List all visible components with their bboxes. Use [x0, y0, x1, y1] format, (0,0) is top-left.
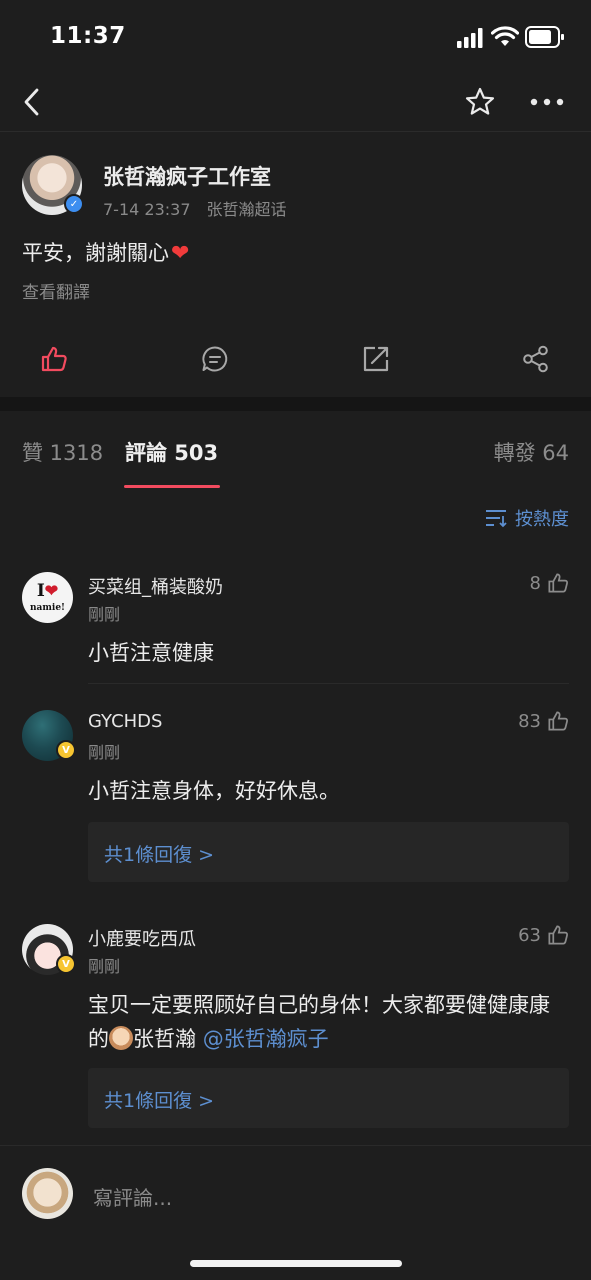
- cellular-signal-icon: [457, 28, 483, 48]
- more-button[interactable]: [527, 82, 567, 122]
- verified-badge-icon: V: [56, 954, 76, 974]
- thumbs-up-icon: [548, 573, 568, 593]
- back-button[interactable]: [12, 82, 52, 122]
- post-actions: [0, 333, 591, 383]
- share-icon: [523, 345, 548, 373]
- top-nav-bar: [0, 72, 591, 132]
- comment-item: V 小鹿要吃西瓜 剛剛 63 宝贝一定要照顾好自己的身体！大家都要健健康康的 张哲…: [0, 912, 591, 1140]
- repost-icon: [363, 346, 389, 372]
- red-heart-icon: ❤: [171, 241, 190, 266]
- comment-time: 剛剛: [88, 957, 121, 976]
- translate-link[interactable]: 查看翻譯: [22, 278, 90, 303]
- comment-like-button[interactable]: 63: [518, 924, 569, 946]
- wifi-icon: [491, 26, 519, 46]
- status-time: 11:37: [50, 23, 126, 49]
- post-text: 平安，謝謝關心❤: [22, 237, 189, 267]
- comment-item: V GYCHDS 剛剛 83 小哲注意身体，好好休息。 共1條回復 >: [0, 698, 591, 888]
- interaction-tabs: 贊 1318 評論 503 轉發 64: [0, 411, 591, 491]
- comment-text-name: 张哲瀚: [133, 1027, 196, 1051]
- thumbs-up-icon: [548, 925, 568, 945]
- comment-text: 小哲注意身体，好好休息。: [88, 779, 340, 803]
- comment-button[interactable]: [197, 341, 233, 377]
- sort-label: 按熱度: [515, 509, 569, 530]
- verified-badge-icon: ✓: [64, 194, 84, 214]
- heart-icon: ❤: [44, 581, 59, 600]
- like-button[interactable]: [36, 341, 72, 377]
- tab-comments[interactable]: 評論 503: [125, 437, 218, 467]
- reply-count-link: 共1條回復 >: [104, 1090, 215, 1112]
- battery-icon: [525, 26, 564, 48]
- comment-text: 小哲注意健康: [88, 641, 214, 665]
- thumbs-up-icon: [41, 346, 67, 372]
- favorite-button[interactable]: [460, 82, 500, 122]
- home-indicator[interactable]: [190, 1260, 402, 1267]
- star-icon: [465, 87, 495, 115]
- comment-text: 宝贝一定要照顾好自己的身体！大家都要健健康康的 张哲瀚 @张哲瀚疯子: [88, 988, 569, 1056]
- share-button[interactable]: [518, 341, 554, 377]
- post-meta: 7-14 23:37 张哲瀚超话: [103, 196, 287, 220]
- comment-divider: [88, 683, 569, 684]
- comment-time: 剛剛: [88, 605, 121, 624]
- more-dots-icon: [530, 98, 564, 106]
- comment-like-button[interactable]: 8: [530, 572, 569, 594]
- commenter-name[interactable]: 小鹿要吃西瓜: [88, 925, 196, 951]
- post-source[interactable]: 张哲瀚超话: [207, 200, 287, 219]
- commenter-avatar[interactable]: I❤ namie!: [22, 572, 73, 623]
- mention-link[interactable]: @张哲瀚疯子: [203, 1027, 329, 1051]
- section-divider: [0, 397, 591, 411]
- post-date: 7-14 23:37: [103, 200, 191, 219]
- comment-like-count: 8: [529, 572, 541, 594]
- active-tab-indicator: [124, 485, 220, 488]
- reply-thread-button[interactable]: 共1條回復 >: [88, 822, 569, 882]
- avatar-letter: I: [36, 581, 45, 601]
- comment-item: I❤ namie! 买菜组_桶装酸奶 剛剛 8 小哲注意健康: [0, 560, 591, 684]
- verified-badge-icon: V: [56, 740, 76, 760]
- status-bar: 11:37: [0, 0, 591, 72]
- author-name[interactable]: 张哲瀚疯子工作室: [103, 161, 271, 191]
- sort-icon: [486, 510, 507, 528]
- my-avatar: [22, 1168, 73, 1219]
- post-body: 平安，謝謝關心: [22, 241, 169, 265]
- comment-like-count: 83: [518, 710, 541, 732]
- avatar-word: namie!: [30, 603, 65, 613]
- comment-like-count: 63: [518, 924, 541, 946]
- reply-count-link: 共1條回復 >: [104, 844, 215, 866]
- emoji-face-icon: [109, 1026, 133, 1050]
- comment-input-bar[interactable]: 寫評論...: [0, 1145, 591, 1240]
- comment-input-placeholder[interactable]: 寫評論...: [93, 1182, 172, 1211]
- sort-button[interactable]: 按熱度: [485, 505, 569, 531]
- tab-reposts[interactable]: 轉發 64: [494, 437, 569, 467]
- commenter-name[interactable]: 买菜组_桶装酸奶: [88, 573, 223, 599]
- thumbs-up-icon: [548, 711, 568, 731]
- back-arrow-icon: [24, 88, 39, 116]
- tab-likes[interactable]: 贊 1318: [22, 437, 103, 467]
- comment-time: 剛剛: [88, 743, 121, 762]
- commenter-name[interactable]: GYCHDS: [88, 711, 162, 732]
- post-card: ✓ 张哲瀚疯子工作室 7-14 23:37 张哲瀚超话 平安，謝謝關心❤ 查看翻譯: [0, 133, 591, 397]
- comment-bubble-icon: [202, 346, 228, 372]
- reply-thread-button[interactable]: 共1條回復 >: [88, 1068, 569, 1128]
- comment-like-button[interactable]: 83: [518, 710, 569, 732]
- repost-button[interactable]: [358, 341, 394, 377]
